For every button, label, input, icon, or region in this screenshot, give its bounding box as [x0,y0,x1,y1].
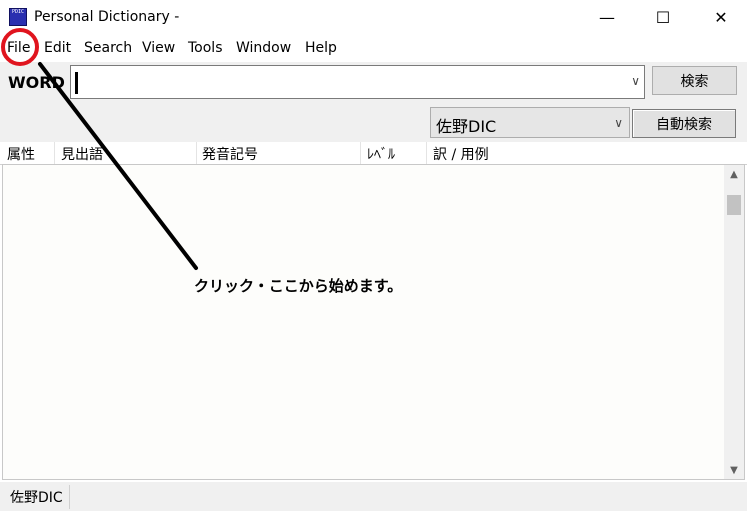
title-bar: PDIC Personal Dictionary - — ☐ ✕ [0,0,747,34]
status-dictionary: 佐野DIC [4,485,70,509]
text-caret [75,72,78,94]
column-header-level[interactable]: ﾚﾍﾞﾙ [367,144,395,164]
menu-help[interactable]: Help [305,40,337,56]
close-button[interactable]: ✕ [698,0,744,34]
column-header-headword[interactable]: 見出語 [61,144,103,164]
list-header: 属性 見出語 発音記号 ﾚﾍﾞﾙ 訳 / 用例 [0,142,747,165]
search-button[interactable]: 検索 [652,66,737,95]
app-icon: PDIC [9,8,27,26]
column-header-pronunciation[interactable]: 発音記号 [202,144,258,164]
word-list[interactable]: ▲ ▼ [2,164,745,480]
column-header-translation[interactable]: 訳 / 用例 [433,144,489,164]
menu-bar: File Edit Search View Tools Window Help [0,34,747,62]
chevron-down-icon: ∨ [614,116,623,130]
word-input[interactable]: ∨ [70,65,645,99]
menu-search[interactable]: Search [84,40,132,56]
menu-file[interactable]: File [7,40,30,56]
dictionary-select-value: 佐野DIC [436,117,497,136]
maximize-button[interactable]: ☐ [640,0,686,34]
window-title: Personal Dictionary - [34,9,180,25]
word-label: WORD [8,73,65,92]
menu-tools[interactable]: Tools [188,40,223,56]
minimize-button[interactable]: — [584,0,630,34]
scroll-thumb[interactable] [727,195,741,215]
column-header-attribute[interactable]: 属性 [7,144,35,164]
menu-window[interactable]: Window [236,40,291,56]
menu-edit[interactable]: Edit [44,40,71,56]
annotation-text: クリック・ここから始めます。 [194,277,403,295]
menu-view[interactable]: View [142,40,175,56]
auto-search-button[interactable]: 自動検索 [632,109,736,138]
options-bar: 佐野DIC ∨ 自動検索 [0,104,747,142]
vertical-scrollbar[interactable]: ▲ ▼ [724,165,744,479]
dictionary-select[interactable]: 佐野DIC ∨ [430,107,630,138]
search-bar: WORD ∨ 検索 [0,62,747,105]
status-bar: 佐野DIC [0,482,747,511]
scroll-up-icon[interactable]: ▲ [724,165,744,183]
scroll-down-icon[interactable]: ▼ [724,461,744,479]
chevron-down-icon[interactable]: ∨ [631,74,640,88]
